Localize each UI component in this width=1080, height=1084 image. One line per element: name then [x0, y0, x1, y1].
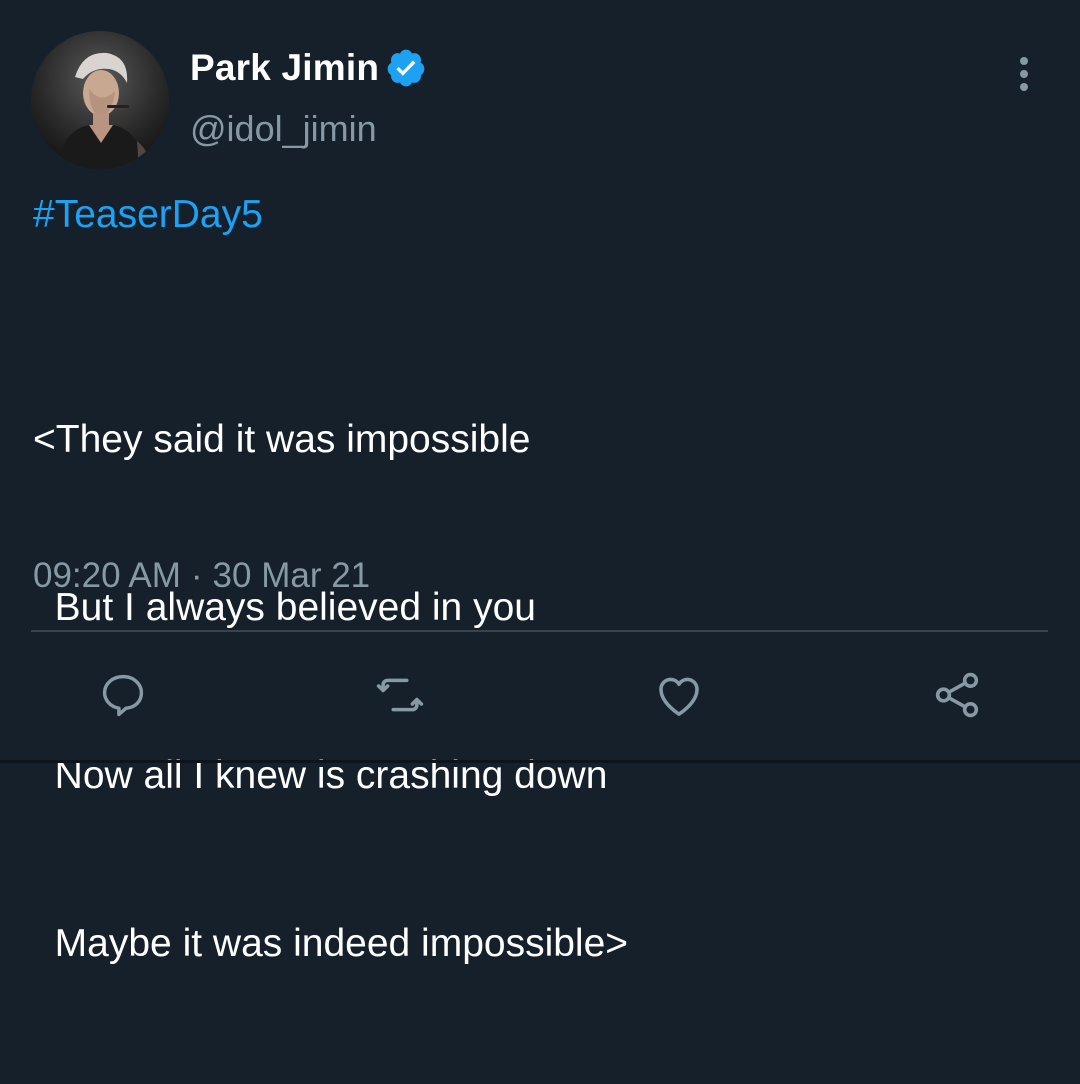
- reply-icon: [97, 669, 149, 721]
- tweet-date: 30 Mar 21: [212, 556, 371, 595]
- share-button[interactable]: [930, 668, 984, 722]
- like-button[interactable]: [652, 668, 706, 722]
- tweet-time: 09:20 AM: [33, 556, 181, 595]
- author-handle[interactable]: @idol_jimin: [190, 108, 377, 150]
- author-name-row: Park Jimin: [190, 44, 427, 92]
- reply-button[interactable]: [96, 668, 150, 722]
- tweet-card: Park Jimin @idol_jimin #TeaserDay5 <They…: [0, 0, 1080, 965]
- tweet-timestamp: 09:20 AM · 30 Mar 21: [33, 556, 370, 596]
- share-icon: [930, 668, 984, 722]
- timestamp-separator: ·: [190, 556, 203, 595]
- like-icon: [652, 668, 706, 722]
- verified-badge-icon: [385, 47, 427, 89]
- author-avatar[interactable]: [31, 31, 169, 169]
- retweet-icon: [373, 668, 427, 722]
- tweet-text-line: <They said it was impossible: [33, 418, 531, 461]
- tweet-text-line: Now all I knew is crashing down: [33, 754, 608, 797]
- hashtag-link[interactable]: #TeaserDay5: [33, 193, 263, 237]
- divider: [31, 630, 1048, 632]
- author-display-name[interactable]: Park Jimin: [190, 47, 379, 89]
- retweet-button[interactable]: [373, 668, 427, 722]
- more-options-icon[interactable]: [1006, 54, 1042, 94]
- tweet-text-line: Maybe it was indeed impossible>: [33, 922, 629, 965]
- avatar-photo: [31, 31, 169, 169]
